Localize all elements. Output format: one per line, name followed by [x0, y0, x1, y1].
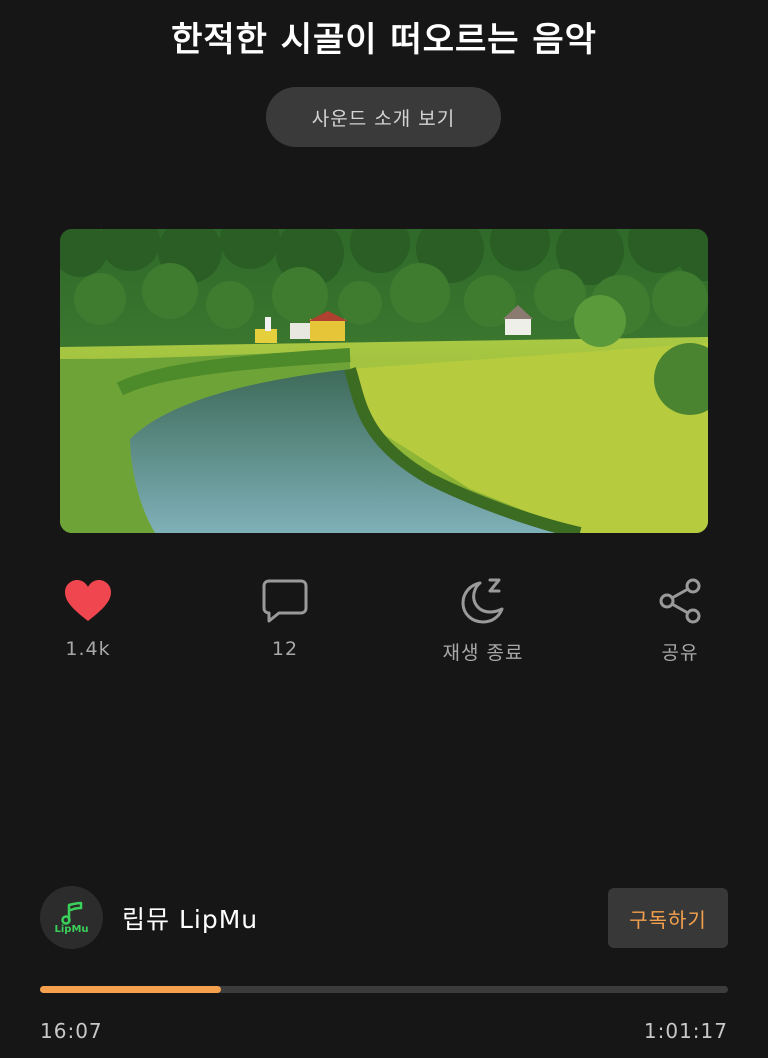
sleep-timer-action[interactable]: 재생 종료	[423, 576, 543, 665]
like-action[interactable]: 1.4k	[28, 576, 148, 660]
music-note-icon	[60, 901, 82, 925]
share-label: 공유	[661, 642, 699, 664]
comment-icon[interactable]	[225, 576, 345, 626]
total-time: 1:01:17	[643, 1019, 728, 1043]
comment-count: 12	[271, 638, 299, 660]
sleep-timer-label: 재생 종료	[442, 642, 524, 664]
action-bar: 1.4k 12 재생 종료 공유	[0, 576, 768, 676]
progress-fill	[40, 986, 221, 993]
page-title: 한적한 시골이 떠오르는 음악	[171, 20, 597, 60]
avatar[interactable]: LipMu	[40, 886, 103, 949]
thumbnail-image	[60, 229, 708, 533]
like-count: 1.4k	[65, 638, 111, 660]
sound-intro-button[interactable]: 사운드 소개 보기	[266, 87, 501, 147]
share-icon[interactable]	[620, 576, 740, 626]
countryside-river-image	[60, 229, 708, 533]
channel-row: LipMu 립뮤 LipMu 구독하기	[40, 886, 730, 950]
channel-name[interactable]: 립뮤 LipMu	[122, 900, 258, 936]
moon-sleep-icon[interactable]	[423, 576, 543, 626]
current-time: 16:07	[40, 1019, 103, 1043]
comment-action[interactable]: 12	[225, 576, 345, 660]
heart-icon[interactable]	[28, 576, 148, 626]
subscribe-button[interactable]: 구독하기	[608, 888, 728, 948]
share-action[interactable]: 공유	[620, 576, 740, 665]
avatar-logo-text: LipMu	[54, 924, 89, 935]
progress-bar[interactable]	[40, 986, 728, 993]
